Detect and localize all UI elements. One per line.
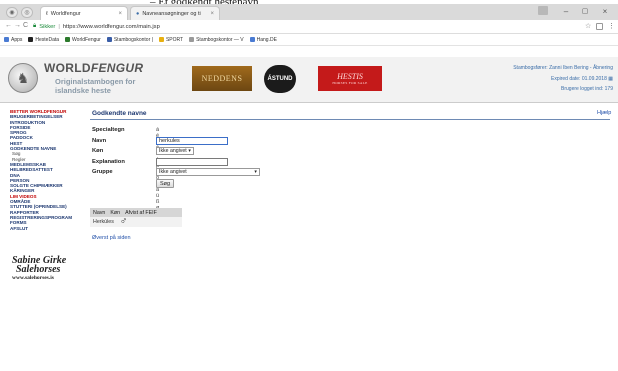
horse-logo-icon[interactable]: ♞ xyxy=(8,63,38,93)
result-name-link[interactable]: Herkúles xyxy=(93,219,114,225)
tab-close-icon[interactable]: × xyxy=(118,11,122,17)
url-input[interactable]: 🔒︎ Sikker | https://www.worldfengur.com/… xyxy=(33,21,593,32)
bookmark-icon xyxy=(158,37,164,42)
results-header: Navn Køn Afvist af FEIF xyxy=(90,208,182,217)
menu-icon[interactable]: ⋮ xyxy=(608,22,615,30)
gender-label: Køn xyxy=(92,148,104,154)
gender-select[interactable]: Ikke angivet ▾ xyxy=(156,147,194,155)
group-label: Gruppe xyxy=(92,169,113,175)
bookmark-label: Stambogskontor | xyxy=(113,36,153,43)
special-chars-label: Specialtegn xyxy=(92,127,125,133)
back-to-top-link[interactable]: Øverst på siden xyxy=(92,235,131,241)
studbook-keeper-text: Stambogsfører: Zanni Iben Bering - Åbner… xyxy=(513,65,613,71)
bookmark-label: Apps xyxy=(11,36,23,43)
bookmark-item[interactable]: WorldFengur xyxy=(65,37,101,43)
address-bar: ← → C 🔒︎ Sikker | https://www.worldfengu… xyxy=(0,20,618,34)
extension-icon[interactable]: ◉ xyxy=(6,7,18,18)
bookmark-icon xyxy=(249,37,255,42)
globe-icon: ● xyxy=(136,10,140,17)
close-window-button[interactable]: × xyxy=(595,5,615,17)
bookmark-icon xyxy=(4,37,9,42)
lock-icon: 🔒︎ xyxy=(33,23,37,29)
forward-icon[interactable]: → xyxy=(14,22,21,29)
profile-icon[interactable] xyxy=(538,6,548,15)
minimize-button[interactable]: – xyxy=(556,5,576,17)
bookmark-item[interactable]: Stambogskontor — V xyxy=(189,37,244,43)
back-icon[interactable]: ← xyxy=(5,22,12,29)
bookmark-item[interactable]: SPORT xyxy=(158,36,184,43)
sidebar-item-afslut[interactable]: AFSLUT xyxy=(10,226,82,231)
bookmark-icon xyxy=(28,37,34,42)
title-divider xyxy=(90,119,610,120)
ad-banner-astund[interactable]: ÁSTUND xyxy=(264,65,296,93)
bookmark-icon xyxy=(189,37,195,42)
bookmark-item[interactable]: Stambogskontor | xyxy=(106,36,153,43)
column-header-rejected[interactable]: Afvist af FEIF xyxy=(125,210,157,216)
bookmark-item[interactable]: Hang.DE xyxy=(249,36,277,43)
group-select[interactable]: Ikke angivet ▾ xyxy=(156,168,260,176)
left-navigation: BETTER WORLDFENGUR BRUGERBETINGELSER INTRO… xyxy=(10,109,82,231)
bookmark-icon xyxy=(65,37,71,42)
name-input[interactable]: herkules xyxy=(156,137,228,145)
extension-icon[interactable] xyxy=(596,23,603,30)
calendar-icon: ▦ xyxy=(608,76,613,82)
extension-icons: ◉ ◎ xyxy=(6,7,33,18)
bookmark-icon xyxy=(106,37,112,42)
bookmark-star-icon[interactable]: ☆ xyxy=(585,22,591,30)
explanation-label: Explanation xyxy=(92,159,125,165)
column-header-name[interactable]: Navn xyxy=(93,210,105,216)
bookmark-label: HesteData xyxy=(35,36,60,43)
bookmark-label: Stambogskontor — V xyxy=(196,36,244,43)
maximize-button[interactable]: ▢ xyxy=(575,5,595,17)
ad-banner-hestis[interactable]: HESTIS HORSES FOR SALE xyxy=(318,66,382,91)
extension-icon[interactable]: ◎ xyxy=(21,7,33,18)
url-text: https://www.worldfengur.com/main.jsp xyxy=(62,23,160,30)
chevron-down-icon: ▾ xyxy=(254,169,257,175)
tab-label: Worldfengur xyxy=(50,10,81,17)
column-header-gender[interactable]: Køn xyxy=(110,210,120,216)
search-button[interactable]: Søg xyxy=(156,179,174,188)
users-logged-in-text: Brugere logget ind: 179 xyxy=(561,86,613,92)
table-row[interactable]: Herkúles ♂ xyxy=(90,217,182,227)
favicon-icon: ℓ xyxy=(46,10,48,17)
bookmark-label: Hang.DE xyxy=(256,36,277,43)
site-subtitle: Originalstambogen for islandske heste xyxy=(55,77,136,95)
tab-close-icon[interactable]: × xyxy=(210,11,214,17)
bookmark-label: SPORT xyxy=(165,36,184,43)
explanation-input[interactable] xyxy=(156,158,228,166)
page-title: Godkendte navne xyxy=(92,110,147,117)
chevron-down-icon: ▾ xyxy=(188,148,191,154)
name-label: Navn xyxy=(92,138,107,144)
site-logo-title[interactable]: WORLDFENGUR xyxy=(44,61,143,75)
bookmarks-bar: Apps HesteData WorldFengur Stambogskontor |… xyxy=(0,34,618,46)
tab-navneansogninger[interactable]: ● Navneansøgninger og ti × xyxy=(130,6,220,20)
reload-icon[interactable]: C xyxy=(23,22,28,29)
tab-worldfengur[interactable]: ℓ Worldfengur × xyxy=(40,6,128,20)
browser-tab-strip: ◉ ◎ ℓ Worldfengur × ● Navneansøgninger o… xyxy=(0,4,618,20)
tab-label: Navneansøgninger og ti xyxy=(142,10,201,17)
ad-banner-neddens[interactable]: NEDDENS xyxy=(192,66,252,91)
bookmark-item[interactable]: Apps xyxy=(4,37,22,43)
help-link[interactable]: Hjælp xyxy=(597,110,611,116)
salehorses-ad[interactable]: Sabine Girke Salehorses www.salehorses.i… xyxy=(12,256,82,282)
site-header: ♞ WORLDFENGUR Originalstambogen for isla… xyxy=(0,57,618,103)
bookmark-item[interactable]: HesteData xyxy=(28,37,59,43)
expire-date-text: Expired date: 01.09.2018 ▦ xyxy=(550,76,613,82)
secure-label: Sikker xyxy=(39,23,56,30)
bookmark-label: WorldFengur xyxy=(72,36,101,43)
male-icon: ♂ xyxy=(119,216,128,227)
